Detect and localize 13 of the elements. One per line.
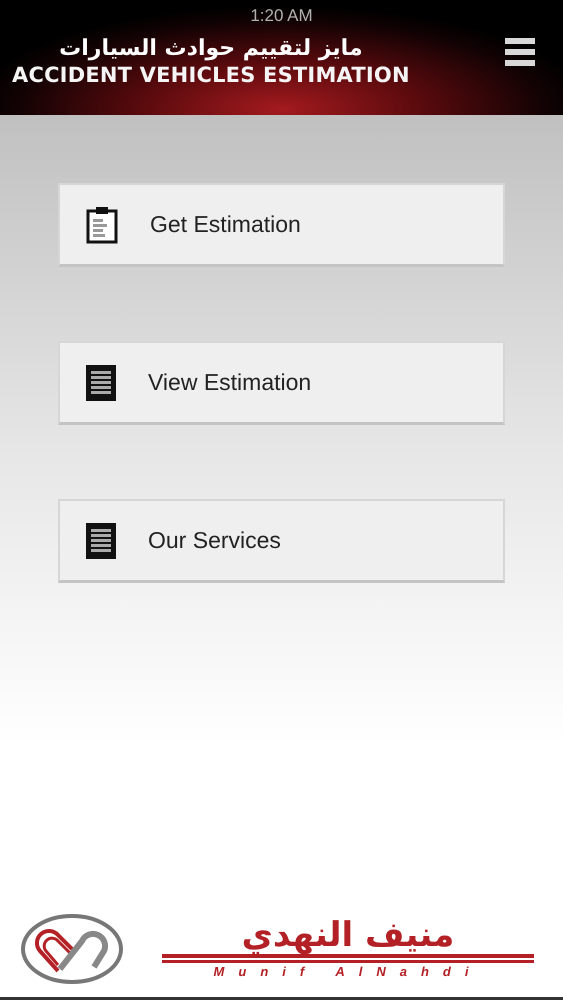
status-time: 1:20 AM [250, 6, 313, 26]
list-icon [86, 522, 116, 558]
arabic-title: مايز لتقييم حوادث السيارات [59, 36, 363, 61]
brand-name: Munif AlNahdi [162, 960, 534, 979]
clipboard-icon [86, 206, 118, 244]
menu-item-button[interactable]: View Estimation [58, 341, 505, 425]
menu-item-button[interactable]: Our Services [58, 499, 505, 583]
brand-arabic: منيف النهدي [162, 918, 534, 958]
logo-icon [20, 912, 124, 984]
list-icon [86, 364, 116, 400]
menu-button[interactable] [503, 36, 537, 68]
menu-item-button[interactable]: Get Estimation [58, 183, 505, 267]
app-title: ACCIDENT VEHICLES ESTIMATION [12, 63, 410, 87]
